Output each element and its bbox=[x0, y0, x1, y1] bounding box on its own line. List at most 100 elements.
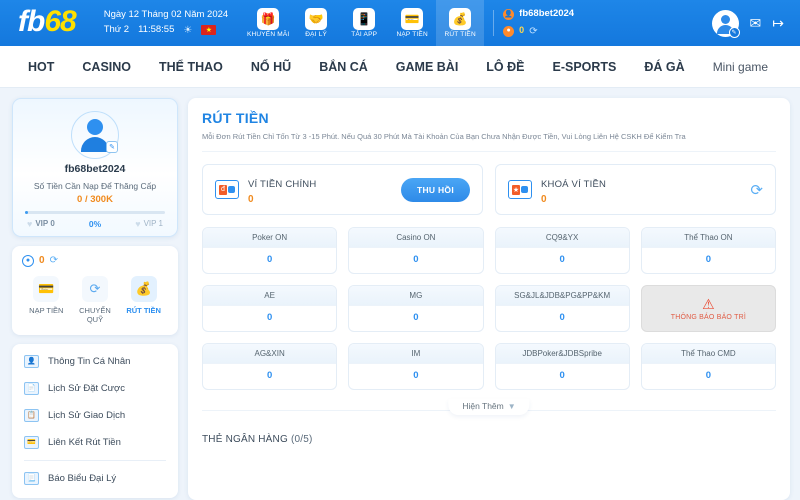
bank-section-title: THẺ NGÂN HÀNG bbox=[202, 434, 288, 445]
nav-item-casino[interactable]: CASINO bbox=[68, 60, 145, 74]
refresh-icon[interactable]: ⟳ bbox=[50, 255, 58, 266]
vietnam-flag-icon[interactable]: ★ bbox=[201, 25, 216, 35]
edit-badge-icon[interactable]: ✎ bbox=[729, 27, 740, 38]
user-badge-icon: 👤 bbox=[503, 9, 514, 20]
sidebar-item-label: Thông Tin Cá Nhân bbox=[48, 356, 130, 367]
nav-item-cockfighting[interactable]: ĐÁ GÀ bbox=[630, 60, 698, 74]
sidebar-action-transfer[interactable]: ⟳ CHUYỂN QUỸ bbox=[71, 276, 118, 325]
transaction-history-icon: 📋 bbox=[24, 409, 39, 422]
chevron-down-icon: ▼ bbox=[508, 402, 516, 411]
sidebar-item-label: Báo Biểu Đại Lý bbox=[48, 473, 116, 484]
game-wallet-grid: Poker ON 0 Casino ON 0 CQ9&YX 0 Thể Thao… bbox=[202, 227, 776, 390]
game-wallet-cell[interactable]: MG 0 bbox=[348, 285, 483, 332]
main-wallet-label: VÍ TIỀN CHÍNH bbox=[248, 179, 316, 190]
nav-item-sports[interactable]: THỂ THAO bbox=[145, 60, 237, 74]
bet-history-icon: 📄 bbox=[24, 382, 39, 395]
site-logo[interactable]: fb68 bbox=[18, 7, 76, 39]
locked-wallet-label: KHOÁ VÍ TIỀN bbox=[541, 179, 606, 190]
game-wallet-cell[interactable]: JDBPoker&JDBSpribe 0 bbox=[495, 343, 630, 390]
game-wallet-cell[interactable]: Casino ON 0 bbox=[348, 227, 483, 274]
sidebar-action-deposit[interactable]: 💳 NẠP TIỀN bbox=[23, 276, 70, 325]
show-more-label: Hiện Thêm bbox=[462, 401, 503, 411]
coin-icon: ● bbox=[22, 255, 34, 267]
sidebar-item-transaction-history[interactable]: 📋 Lịch Sử Giao Dịch bbox=[12, 402, 178, 429]
sidebar-action-label: NẠP TIỀN bbox=[23, 306, 70, 315]
header-nav-withdraw[interactable]: 💰 RÚT TIỀN bbox=[436, 0, 484, 46]
vip-next-label: VIP 1 bbox=[144, 219, 163, 228]
transfer-icon: ⟳ bbox=[82, 276, 108, 302]
game-wallet-cell[interactable]: CQ9&YX 0 bbox=[495, 227, 630, 274]
edit-profile-icon[interactable]: ✎ bbox=[106, 141, 118, 153]
currency-symbol: đ bbox=[219, 185, 227, 195]
locked-wallet-card: ★ KHOÁ VÍ TIỀN 0 ⟳ bbox=[495, 164, 776, 215]
game-wallet-cell[interactable]: AG&XIN 0 bbox=[202, 343, 337, 390]
locked-wallet-value: 0 bbox=[541, 194, 741, 205]
header-nav-download-app[interactable]: 📱 TẢI APP bbox=[340, 0, 388, 46]
sidebar-item-personal-info[interactable]: 👤 Thông Tin Cá Nhân bbox=[12, 348, 178, 375]
nav-item-card-games[interactable]: GAME BÀI bbox=[382, 60, 473, 74]
show-more-button[interactable]: Hiện Thêm ▼ bbox=[448, 399, 529, 415]
vip-percent: 0% bbox=[89, 219, 101, 229]
recall-funds-button[interactable]: THU HỒI bbox=[401, 178, 470, 202]
header-nav-promotions[interactable]: 🎁 KHUYẾN MÃI bbox=[244, 0, 292, 46]
game-wallet-cell[interactable]: AE 0 bbox=[202, 285, 337, 332]
show-more-area: Hiện Thêm ▼ bbox=[202, 399, 776, 421]
heart-icon: ♥ bbox=[27, 219, 32, 229]
vip-row: ♥ VIP 0 0% ♥ VIP 1 bbox=[23, 214, 167, 236]
sidebar-action-label: RÚT TIỀN bbox=[120, 306, 167, 315]
bank-card-section-header: THẺ NGÂN HÀNG (0/5) bbox=[202, 434, 776, 445]
logo-text-accent: 68 bbox=[44, 5, 75, 38]
game-wallet-name: AG&XIN bbox=[203, 344, 336, 364]
main-wallet-icon: đ bbox=[215, 180, 239, 199]
sun-icon: ☀ bbox=[183, 23, 192, 39]
game-wallet-name: JDBPoker&JDBSpribe bbox=[496, 344, 629, 364]
vip-current: ♥ VIP 0 bbox=[27, 219, 55, 229]
bank-section-count: (0/5) bbox=[291, 434, 313, 445]
money-bag-icon: 💰 bbox=[131, 276, 157, 302]
nav-item-fishing[interactable]: BẮN CÁ bbox=[305, 60, 382, 74]
refresh-icon[interactable]: ⟳ bbox=[529, 23, 537, 40]
logout-icon[interactable]: ↦ bbox=[772, 16, 784, 30]
sidebar-item-bet-history[interactable]: 📄 Lịch Sử Đặt Cược bbox=[12, 375, 178, 402]
header-balance: 0 bbox=[519, 23, 524, 38]
header-divider bbox=[493, 10, 494, 36]
game-wallet-cell[interactable]: Poker ON 0 bbox=[202, 227, 337, 274]
avatar[interactable]: ✎ bbox=[712, 10, 739, 37]
mail-icon[interactable]: ✉ bbox=[750, 16, 762, 30]
header-nav-deposit[interactable]: 💳 NẠP TIỀN bbox=[388, 0, 436, 46]
vip-current-label: VIP 0 bbox=[35, 219, 54, 228]
game-wallet-value: 0 bbox=[349, 306, 482, 329]
locked-wallet-icon: ★ bbox=[508, 180, 532, 199]
game-wallet-cell[interactable]: Thể Thao CMD 0 bbox=[641, 343, 776, 390]
refresh-icon[interactable]: ⟳ bbox=[750, 181, 763, 199]
nav-item-lottery[interactable]: LÔ ĐỀ bbox=[472, 60, 538, 74]
warning-triangle-icon: ⚠ bbox=[702, 297, 715, 311]
nav-item-esports[interactable]: E-SPORTS bbox=[539, 60, 631, 74]
game-wallet-cell[interactable]: IM 0 bbox=[348, 343, 483, 390]
game-wallet-cell[interactable]: Thể Thao ON 0 bbox=[641, 227, 776, 274]
game-wallet-value: 0 bbox=[496, 248, 629, 271]
wallet-icon: 💳 bbox=[33, 276, 59, 302]
header-date: Ngày 12 Tháng 02 Năm 2024 bbox=[104, 8, 228, 23]
sidebar-action-withdraw[interactable]: 💰 RÚT TIỀN bbox=[120, 276, 167, 325]
header-right-actions: ✎ ✉ ↦ bbox=[712, 10, 790, 37]
game-wallet-name: Thể Thao ON bbox=[642, 228, 775, 248]
nav-item-hot[interactable]: HOT bbox=[14, 60, 68, 74]
header-username[interactable]: fb68bet2024 bbox=[519, 6, 574, 22]
nav-item-slots[interactable]: NỔ HŨ bbox=[237, 60, 305, 74]
game-wallet-cell[interactable]: SG&JL&JDB&PG&PP&KM 0 bbox=[495, 285, 630, 332]
gift-icon: 🎁 bbox=[257, 8, 279, 30]
header-nav-label: NẠP TIỀN bbox=[397, 31, 428, 38]
nav-item-minigame[interactable]: Mini game bbox=[699, 60, 782, 74]
sidebar-item-agent-report[interactable]: 📃 Báo Biểu Đại Lý bbox=[12, 465, 178, 492]
money-bag-icon: 💰 bbox=[449, 8, 471, 30]
sidebar-menu-card: 👤 Thông Tin Cá Nhân 📄 Lịch Sử Đặt Cược 📋… bbox=[12, 344, 178, 498]
bank-link-icon: 💳 bbox=[24, 436, 39, 449]
main-wallet-value: 0 bbox=[248, 194, 392, 205]
profile-avatar[interactable]: ✎ bbox=[71, 111, 119, 159]
game-wallet-name: AE bbox=[203, 286, 336, 306]
header-nav-agent[interactable]: 🤝 ĐẠI LÝ bbox=[292, 0, 340, 46]
profile-upgrade-label: Số Tiền Cần Nạp Để Thăng Cấp bbox=[23, 180, 167, 193]
wallet-summary-row: đ VÍ TIỀN CHÍNH 0 THU HỒI ★ KHOÁ VÍ TIỀN… bbox=[202, 164, 776, 215]
sidebar-item-withdraw-link[interactable]: 💳 Liên Kết Rút Tiền bbox=[12, 429, 178, 456]
